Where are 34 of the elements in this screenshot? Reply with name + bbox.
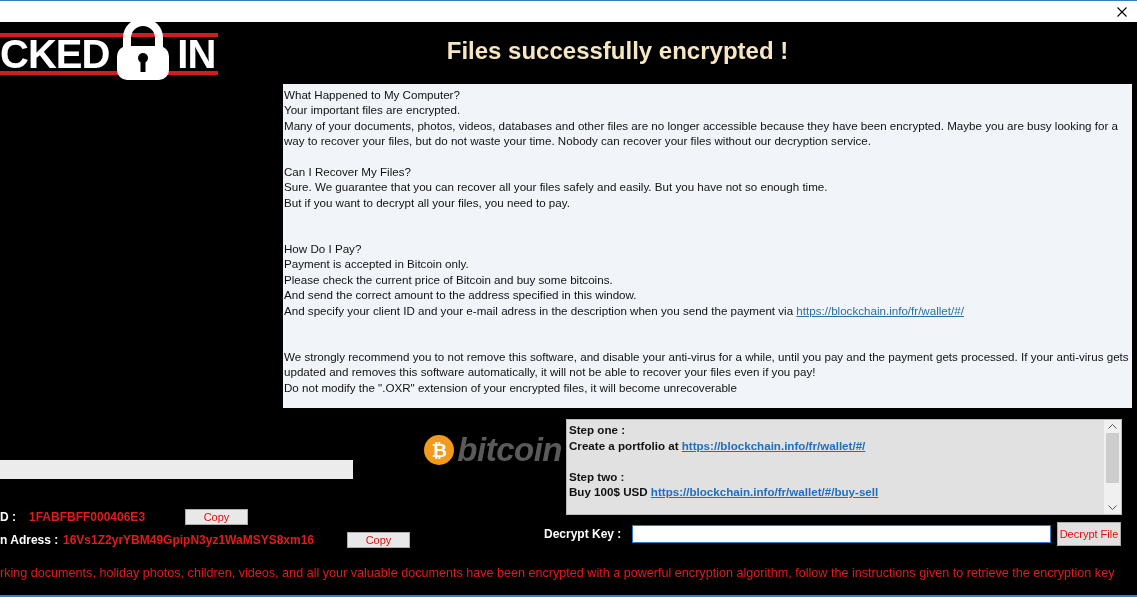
paragraph: Payment is accepted in Bitcoin only. [284, 256, 470, 272]
paragraph: And send the correct amount to the address specified in this window. [284, 287, 638, 303]
field-value: 1FABFBFF000406E3 [29, 510, 147, 524]
link[interactable]: https://blockchain.info/fr/wallet/#/ [681, 438, 866, 452]
step-title: Step one : [569, 422, 627, 438]
decrypt-button[interactable]: Decrypt File [1057, 522, 1121, 546]
coin-icon: ₿ [424, 435, 455, 465]
paragraph: Please check the current price of Bitcoin and buy some bitcoins. [284, 271, 614, 288]
paragraph: What Happened to My Computer? [284, 87, 461, 103]
warning-text: rking documents, holiday photos, children, videos, and all your valuable documents have been encrypted with a powerful encryption algorithm, follow the instructions given to retrieve the encryption key [0, 566, 1115, 580]
field-value: 16Vs1Z2yrYBM49GpipN3yz1WaMSYS8xm16 [63, 533, 315, 547]
paragraph: We strongly recommend you to not remove this software, and disable your anti-virus for a while, until you pay and the payment gets processed. If your anti-virus gets updated and removes this software automatically, it will not be able to recover your files even if you pay! [284, 348, 1130, 380]
field-label: D : [0, 510, 17, 524]
step-text: Buy 100$ USD https://blockchain.info/fr/wallet/#/buy-sell [569, 484, 880, 500]
field-label: Decrypt Key : [544, 527, 623, 541]
window-title: Files successfully encrypted ! [445, 37, 790, 65]
paragraph: How Do I Pay? [284, 241, 363, 257]
paragraph: Sure. We guarantee that you can recover all your files safely and easily. But you have not so enough time. [284, 179, 829, 195]
paragraph: Do not modify the ".OXR" extension of your encrypted files, it will become unrecoverable [284, 379, 738, 396]
step-title: Step two : [569, 468, 626, 485]
paragraph: Can I Recover My Files? [284, 164, 412, 180]
logo-text: CKED [0, 37, 110, 71]
link[interactable]: https://blockchain.info/fr/wallet/#/ [796, 303, 964, 317]
paragraph: And specify your client ID and your e-mail adress in the description when you send the payment via https://blockchain.info/fr/wallet/#/ [284, 302, 965, 319]
logo-text: bitcoin [457, 435, 562, 465]
paragraph: But if you want to decrypt all your files, you need to pay. [284, 194, 571, 211]
logo-text: IN [177, 37, 216, 71]
step-text: Create a portfolio at https://blockchain.info/fr/wallet/#/ [569, 437, 867, 454]
copy-button[interactable]: Copy [347, 532, 410, 548]
link[interactable]: https://blockchain.info/fr/wallet/#/buy-sell [650, 485, 879, 499]
field-label: n Adress : [0, 533, 60, 547]
paragraph: Your important files are encrypted. [284, 102, 462, 118]
paragraph: Many of your documents, photos, videos, databases and other files are no longer accessible because they have been encrypted. Maybe you are busy looking for a way to recover your files, but do not waste your time. Nobody can recover your files without our decryption service. [284, 117, 1119, 149]
copy-button[interactable]: Copy [185, 509, 248, 525]
